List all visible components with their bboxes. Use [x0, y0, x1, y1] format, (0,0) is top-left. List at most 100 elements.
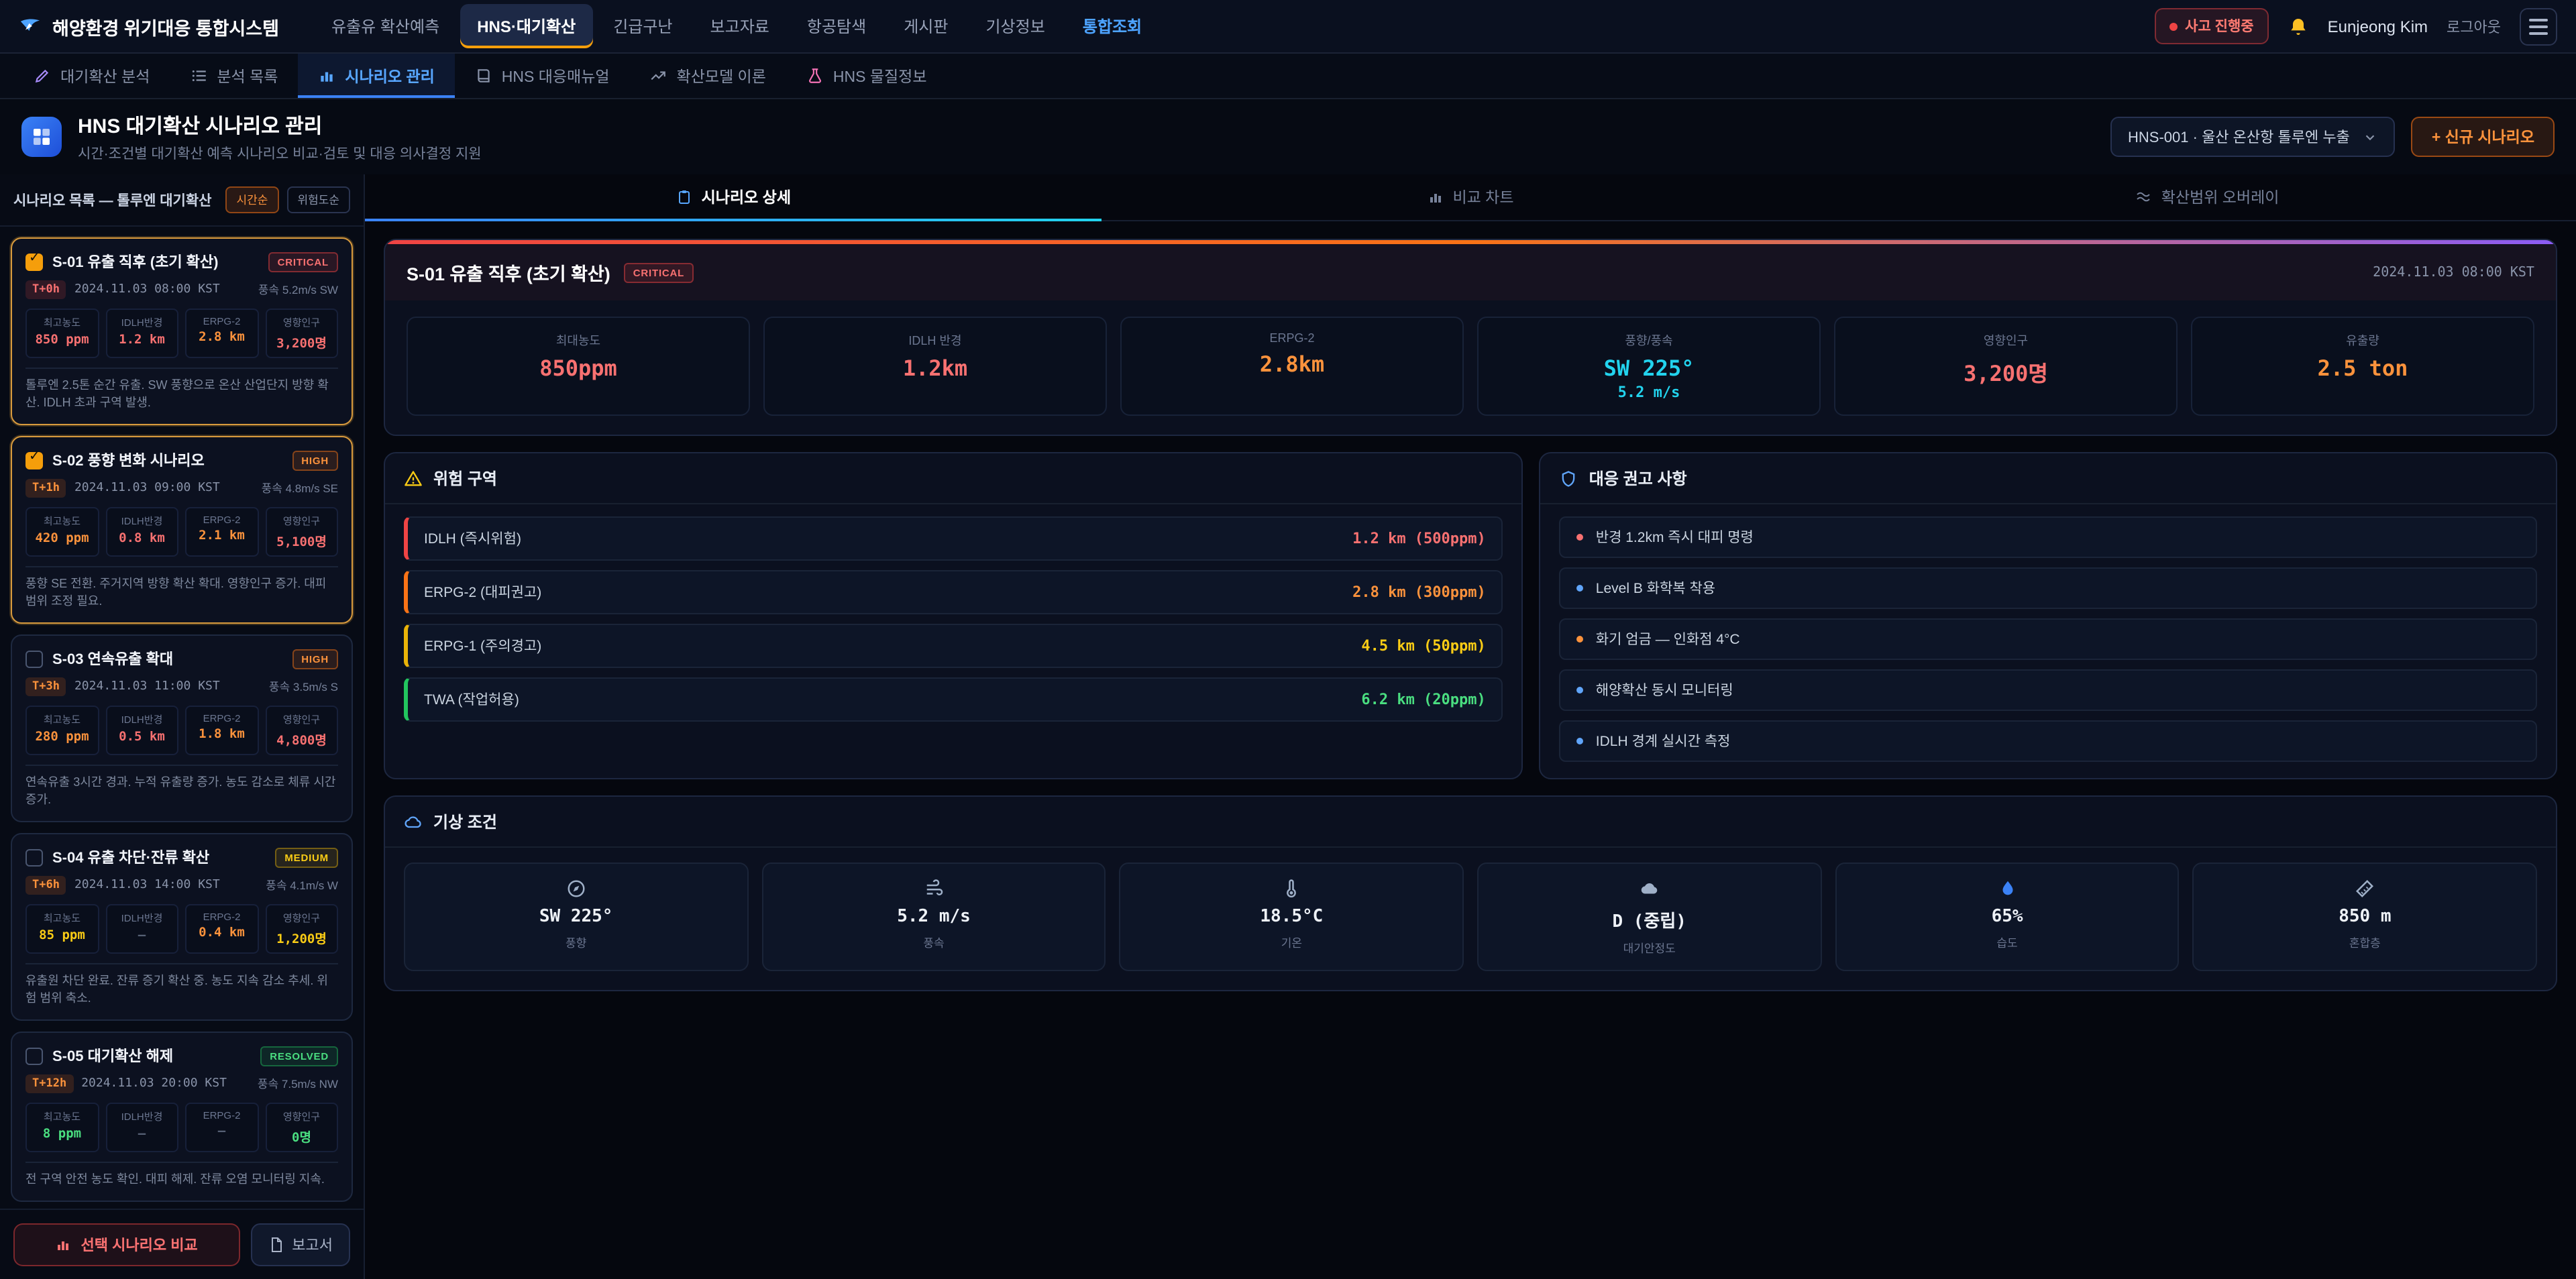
- nav-item-oil-spill[interactable]: 유출유 확산예측: [314, 4, 457, 48]
- recommendation-item: 반경 1.2km 즉시 대피 명령: [1560, 516, 2537, 558]
- weather-card-humidity: 65% 습도: [1835, 863, 2179, 971]
- weather-card-wind-direction: SW 225° 풍향: [404, 863, 748, 971]
- logout-button[interactable]: 로그아웃: [2447, 15, 2501, 37]
- nav-item-reports[interactable]: 보고자료: [693, 4, 787, 48]
- recommendation-item: Level B 화학복 착용: [1560, 567, 2537, 609]
- detail-timestamp: 2024.11.03 08:00 KST: [2373, 265, 2534, 280]
- nav-item-hns-diffusion[interactable]: HNS·대기확산: [460, 4, 593, 48]
- metric-cell: 최고농도8 ppm: [25, 1103, 99, 1153]
- scenario-title: S-02 풍향 변화 시나리오: [52, 449, 282, 471]
- app-root: 해양환경 위기대응 통합시스템 유출유 확산예측 HNS·대기확산 긴급구난 보…: [0, 0, 2576, 1279]
- wind-icon: [924, 877, 944, 899]
- metric-cell: ERPG-20.4 km: [185, 905, 258, 954]
- scenario-checkbox[interactable]: [25, 849, 43, 867]
- bullet-dot-icon: [1577, 534, 1584, 541]
- list-icon: [190, 67, 207, 85]
- tab-scenario-detail[interactable]: 시나리오 상세: [365, 174, 1102, 220]
- metric-cell: 영향인구1,200명: [265, 905, 338, 954]
- metric-cell: 최고농도850 ppm: [25, 309, 99, 358]
- recommendations-panel: 대응 권고 사항 반경 1.2km 즉시 대피 명령 Level B 화학복 착…: [1540, 452, 2557, 779]
- hazard-panel-title: 위험 구역: [433, 467, 497, 490]
- bell-icon[interactable]: [2288, 15, 2309, 37]
- subtab-scenario-management[interactable]: 시나리오 관리: [298, 54, 454, 98]
- scenario-card-s05[interactable]: S-05 대기확산 해제 RESOLVED T+12h 2024.11.03 2…: [11, 1032, 353, 1203]
- droplet-icon: [1997, 877, 2017, 899]
- detail-metric-wind: 풍향/풍속 SW 225° 5.2 m/s: [1477, 317, 1821, 416]
- subtab-label: 분석 목록: [217, 65, 278, 87]
- scenario-title: S-04 유출 차단·잔류 확산: [52, 847, 266, 869]
- incident-select[interactable]: HNS-001 · 울산 온산항 톨루엔 누출: [2110, 117, 2396, 157]
- subtab-model-theory[interactable]: 확산모델 이론: [630, 54, 786, 98]
- sort-by-time-button[interactable]: 시간순: [226, 186, 279, 213]
- detail-metric-spill-amount: 유출량 2.5 ton: [2191, 317, 2534, 416]
- scenario-checkbox[interactable]: [25, 650, 43, 667]
- nav-item-air-search[interactable]: 항공탐색: [790, 4, 883, 48]
- hazard-zones-panel: 위험 구역 IDLH (즉시위험) 1.2 km (500ppm) ERPG-2…: [384, 452, 1523, 779]
- chart-icon: [1427, 189, 1443, 205]
- scenario-card-s03[interactable]: S-03 연속유출 확대 HIGH T+3h 2024.11.03 11:00 …: [11, 634, 353, 822]
- book-icon: [475, 67, 492, 85]
- tab-compare-chart[interactable]: 비교 차트: [1102, 174, 1839, 220]
- time-offset-badge: T+3h: [25, 677, 66, 696]
- metric-cell: 영향인구4,800명: [265, 706, 338, 755]
- nav-item-board[interactable]: 게시판: [886, 4, 965, 48]
- scenario-card-s01[interactable]: S-01 유출 직후 (초기 확산) CRITICAL T+0h 2024.11…: [11, 237, 353, 425]
- metric-cell: ERPG-2—: [185, 1103, 258, 1153]
- metric-cell: 최고농도85 ppm: [25, 905, 99, 954]
- subtab-label: 시나리오 관리: [345, 65, 434, 87]
- topnav-right: 사고 진행중 Eunjeong Kim 로그아웃: [2154, 7, 2557, 45]
- detail-metric-population: 영향인구 3,200명: [1834, 317, 2178, 416]
- compare-scenarios-button[interactable]: 선택 시나리오 비교: [13, 1223, 239, 1266]
- incident-status-badge[interactable]: 사고 진행중: [2154, 8, 2268, 44]
- hamburger-menu-icon[interactable]: [2520, 7, 2557, 45]
- nav-item-rescue[interactable]: 긴급구난: [596, 4, 690, 48]
- compare-button-label: 선택 시나리오 비교: [81, 1233, 198, 1255]
- scenario-checkbox[interactable]: [25, 1048, 43, 1065]
- severity-badge: MEDIUM: [275, 848, 338, 868]
- nav-item-integrated-search[interactable]: 통합조회: [1065, 4, 1159, 48]
- content: 시나리오 목록 — 톨루엔 대기확산 시간순 위험도순 S-01 유출 직후 (…: [0, 174, 2576, 1279]
- nav-item-weather[interactable]: 기상정보: [968, 4, 1062, 48]
- metric-cell: ERPG-22.8 km: [185, 309, 258, 358]
- scenario-list-footer: 선택 시나리오 비교 보고서: [0, 1208, 364, 1279]
- subtab-hns-manual[interactable]: HNS 대응매뉴얼: [455, 54, 630, 98]
- scenario-datetime: 2024.11.03 14:00 KST: [74, 879, 220, 893]
- weather-card-wind-speed: 5.2 m/s 풍속: [761, 863, 1106, 971]
- user-name[interactable]: Eunjeong Kim: [2328, 17, 2428, 36]
- detail-metric-idlh-radius: IDLH 반경 1.2km: [763, 317, 1107, 416]
- severity-badge: RESOLVED: [260, 1046, 338, 1066]
- sort-by-risk-button[interactable]: 위험도순: [286, 186, 350, 213]
- top-navbar: 해양환경 위기대응 통합시스템 유출유 확산예측 HNS·대기확산 긴급구난 보…: [0, 0, 2576, 54]
- weather-panel: 기상 조건 SW 225° 풍향: [384, 795, 2557, 991]
- cloud-icon: [404, 812, 423, 831]
- recommendation-item: 해양확산 동시 모니터링: [1560, 669, 2537, 711]
- chevron-down-icon: [2363, 129, 2378, 144]
- metric-cell: 영향인구5,100명: [265, 507, 338, 557]
- subtab-hns-substance-info[interactable]: HNS 물질정보: [786, 54, 947, 98]
- tab-diffusion-overlay[interactable]: 확산범위 오버레이: [1839, 174, 2576, 220]
- report-button[interactable]: 보고서: [250, 1223, 350, 1266]
- metric-cell: 영향인구0명: [265, 1103, 338, 1153]
- scenario-card-s02[interactable]: S-02 풍향 변화 시나리오 HIGH T+1h 2024.11.03 09:…: [11, 436, 353, 624]
- hazard-rows: IDLH (즉시위험) 1.2 km (500ppm) ERPG-2 (대피권고…: [385, 504, 1522, 738]
- scenario-description: 풍향 SE 전환. 주거지역 방향 확산 확대. 영향인구 증가. 대피 범위 …: [25, 566, 338, 610]
- recommendations-panel-title: 대응 권고 사항: [1589, 467, 1687, 490]
- app-logo[interactable]: 해양환경 위기대응 통합시스템: [19, 13, 279, 40]
- metric-cell: ERPG-22.1 km: [185, 507, 258, 557]
- new-scenario-button[interactable]: + 신규 시나리오: [2412, 117, 2555, 157]
- scenario-description: 유출원 차단 완료. 잔류 증기 확산 중. 농도 지속 감소 추세. 위험 범…: [25, 964, 338, 1008]
- flask-icon: [806, 67, 824, 85]
- scenario-list-panel: 시나리오 목록 — 톨루엔 대기확산 시간순 위험도순 S-01 유출 직후 (…: [0, 174, 365, 1279]
- scenario-card-s04[interactable]: S-04 유출 차단·잔류 확산 MEDIUM T+6h 2024.11.03 …: [11, 834, 353, 1021]
- subtab-analysis-list[interactable]: 분석 목록: [170, 54, 298, 98]
- scenario-checkbox[interactable]: [25, 253, 43, 270]
- page-subtitle: 시간·조건별 대기확산 예측 시나리오 비교·검토 및 대응 의사결정 지원: [78, 143, 2094, 163]
- scenario-checkbox[interactable]: [25, 451, 43, 469]
- severity-badge: HIGH: [292, 649, 338, 669]
- hazard-row-erpg1: ERPG-1 (주의경고) 4.5 km (50ppm): [404, 624, 1503, 668]
- subtab-diffusion-analysis[interactable]: 대기확산 분석: [13, 54, 170, 98]
- recommendation-rows: 반경 1.2km 즉시 대피 명령 Level B 화학복 착용 화기 엄금 —…: [1541, 504, 2556, 778]
- detail-metric-erpg2: ERPG-2 2.8km: [1120, 317, 1464, 416]
- incident-status-label: 사고 진행중: [2185, 16, 2253, 36]
- shield-icon: [1560, 469, 1578, 488]
